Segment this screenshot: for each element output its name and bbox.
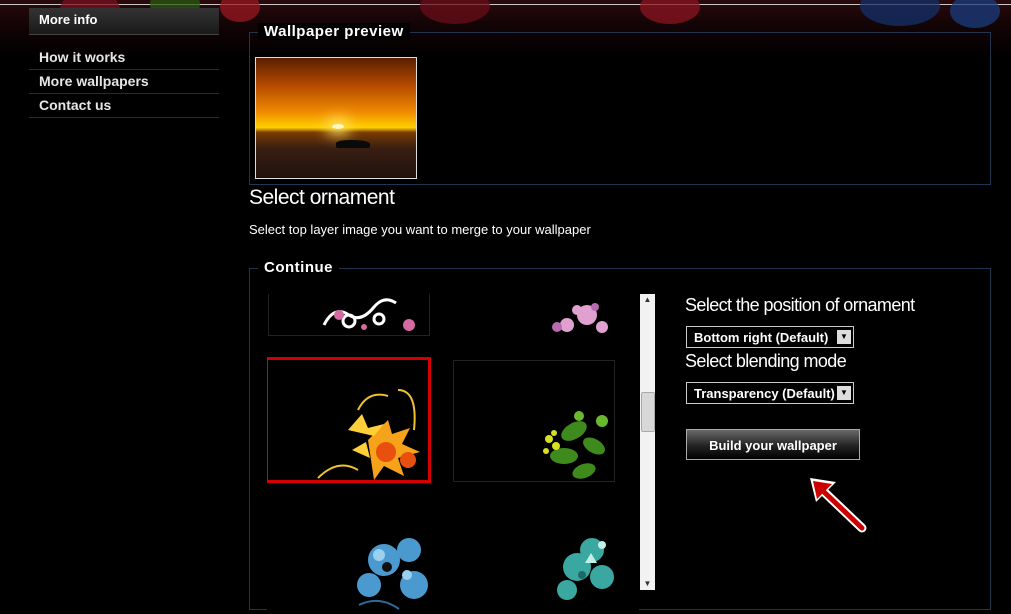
sun-shape [332, 124, 344, 129]
sidebar-title: More info [29, 8, 219, 35]
sidebar-item-how-it-works[interactable]: How it works [29, 46, 219, 70]
ornament-thumbnail[interactable] [268, 504, 430, 614]
scroll-down-arrow-icon[interactable]: ▼ [640, 578, 655, 590]
ornament-thumbnail[interactable] [268, 294, 430, 336]
wallpaper-preview-legend: Wallpaper preview [258, 23, 410, 40]
select-ornament-heading: Select ornament [249, 186, 395, 209]
continue-legend: Continue [258, 259, 339, 276]
ornament-thumbnail[interactable] [453, 360, 615, 482]
dropdown-arrow-icon[interactable]: ▼ [837, 386, 851, 400]
blending-mode-dropdown[interactable]: Transparency (Default) ▼ [686, 382, 854, 404]
position-label: Select the position of ornament [685, 295, 915, 315]
select-ornament-subtext: Select top layer image you want to merge… [249, 222, 591, 237]
flower-decoration [420, 0, 490, 24]
annotation-arrow-icon [810, 478, 867, 533]
dropdown-arrow-icon[interactable]: ▼ [837, 330, 851, 344]
ornament-thumbnail-selected[interactable] [267, 357, 431, 483]
continue-panel: Continue ▲ ▼ Select the position of orna… [249, 259, 991, 614]
flower-decoration [860, 0, 940, 26]
ornament-thumbnail[interactable] [456, 294, 618, 336]
sidebar-item-contact-us[interactable]: Contact us [29, 94, 219, 118]
blending-mode-label: Select blending mode [685, 351, 847, 371]
ornament-thumbnail[interactable] [456, 504, 618, 614]
blending-mode-dropdown-value: Transparency (Default) [694, 386, 835, 401]
sidebar-item-more-wallpapers[interactable]: More wallpapers [29, 70, 219, 94]
flower-decoration [220, 0, 260, 22]
ornament-list [267, 294, 639, 614]
island-shape [336, 140, 370, 148]
build-wallpaper-button[interactable]: Build your wallpaper [686, 429, 860, 460]
position-dropdown-value: Bottom right (Default) [694, 330, 829, 345]
scroll-up-arrow-icon[interactable]: ▲ [640, 294, 655, 306]
position-dropdown[interactable]: Bottom right (Default) ▼ [686, 326, 854, 348]
flower-decoration [950, 0, 1000, 28]
flower-decoration [640, 0, 700, 24]
scrollbar-thumb[interactable] [641, 392, 655, 432]
ornament-list-scrollbar[interactable]: ▲ ▼ [640, 294, 655, 590]
sidebar: More info How it works More wallpapers C… [29, 8, 219, 118]
wallpaper-preview-image [255, 57, 417, 179]
wallpaper-preview-panel: Wallpaper preview [249, 23, 991, 185]
